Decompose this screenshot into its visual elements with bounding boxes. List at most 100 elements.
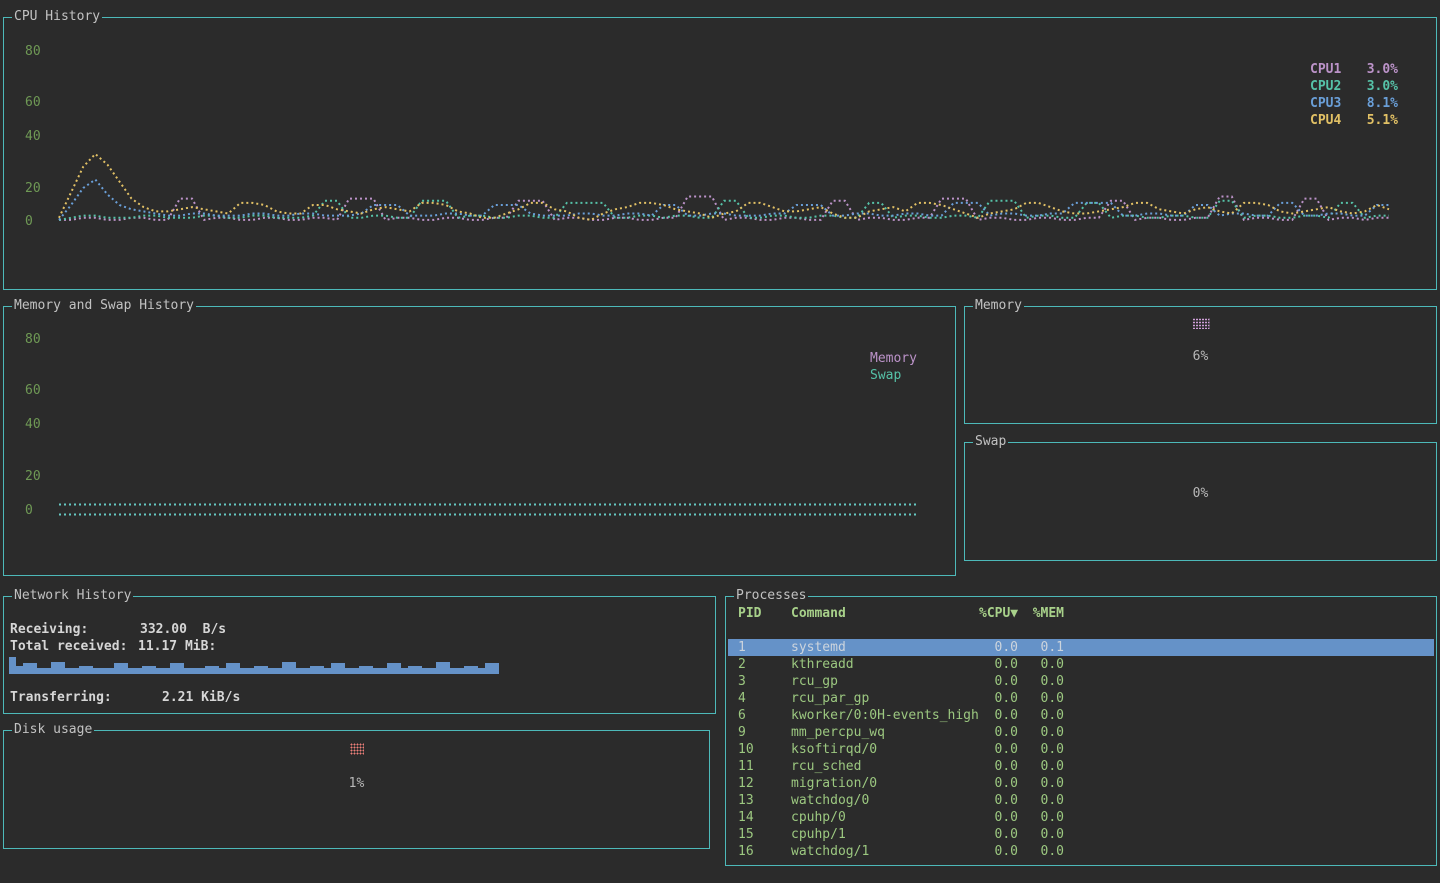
network-bar [296, 668, 303, 674]
cpu-legend-value: 8.1% [1367, 95, 1398, 112]
process-mem: 0.0 [1018, 792, 1064, 809]
y-axis-tick: 60 [25, 95, 41, 111]
total-received-value: 11.17 MiB: [138, 638, 216, 655]
network-bar [429, 668, 436, 674]
y-axis-tick: 40 [25, 417, 41, 433]
process-command: systemd [791, 639, 979, 656]
process-command: cpuhp/1 [791, 826, 979, 843]
disk-gauge-dots [350, 743, 364, 755]
process-command: migration/0 [791, 775, 979, 792]
network-total-received-line: Total received: 11.17 MiB: [10, 638, 216, 655]
network-bar [114, 663, 121, 674]
network-bar [471, 666, 478, 674]
panel-title: Memory [973, 298, 1024, 314]
process-row[interactable]: 16watchdog/10.00.0 [728, 843, 1434, 860]
network-bar [37, 668, 44, 674]
process-table-body: 1systemd0.00.12kthreadd0.00.03rcu_gp0.00… [728, 639, 1434, 860]
process-row[interactable]: 12migration/00.00.0 [728, 775, 1434, 792]
panel-title: Processes [734, 588, 808, 604]
process-mem: 0.0 [1018, 707, 1064, 724]
process-command: ksoftirqd/0 [791, 741, 979, 758]
disk-percent: 1% [4, 776, 709, 792]
network-bar [44, 668, 51, 674]
process-command: rcu_gp [791, 673, 979, 690]
process-row[interactable]: 15cpuhp/10.00.0 [728, 826, 1434, 843]
process-row[interactable]: 13watchdog/00.00.0 [728, 792, 1434, 809]
process-mem: 0.0 [1018, 724, 1064, 741]
network-bar [233, 663, 240, 674]
column-cpu-sort: %CPU▼ [979, 605, 1018, 622]
network-bar [408, 666, 415, 674]
memswap-legend-item: Swap [870, 367, 917, 384]
network-bar [436, 662, 443, 674]
process-table-header: PID Command %CPU▼ %MEM [728, 605, 1434, 622]
network-bar [226, 663, 233, 674]
network-history-panel: Network History Receiving: 332.00 B/s To… [3, 596, 716, 714]
process-command: kworker/0:0H-events_high [791, 707, 979, 724]
network-bar [86, 666, 93, 674]
process-mem: 0.0 [1018, 741, 1064, 758]
memory-swap-chart [4, 307, 953, 573]
process-mem: 0.0 [1018, 775, 1064, 792]
process-cpu: 0.0 [979, 673, 1018, 690]
network-bar [373, 668, 380, 674]
process-row[interactable]: 14cpuhp/00.00.0 [728, 809, 1434, 826]
process-row[interactable]: 2kthreadd0.00.0 [728, 656, 1434, 673]
process-mem: 0.0 [1018, 809, 1064, 826]
process-pid: 10 [738, 741, 791, 758]
network-bar [457, 668, 464, 674]
cpu-legend-item: CPU45.1% [1310, 112, 1398, 129]
process-command: mm_percpu_wq [791, 724, 979, 741]
network-bar [107, 668, 114, 674]
network-bar [170, 663, 177, 674]
process-row[interactable]: 11rcu_sched0.00.0 [728, 758, 1434, 775]
process-cpu: 0.0 [979, 707, 1018, 724]
network-bar [135, 668, 142, 674]
network-bar [184, 668, 191, 674]
memory-swap-history-panel: Memory and Swap History MemorySwap 80604… [3, 306, 956, 576]
process-pid: 1 [738, 639, 791, 656]
network-bar [72, 668, 79, 674]
network-bar [415, 666, 422, 674]
network-bar [30, 663, 37, 674]
network-bar [23, 663, 30, 674]
network-bar [240, 668, 247, 674]
memory-gauge-dots [1192, 318, 1209, 329]
network-bar [450, 668, 457, 674]
process-mem: 0.0 [1018, 656, 1064, 673]
process-row[interactable]: 4rcu_par_gp0.00.0 [728, 690, 1434, 707]
network-bar [51, 662, 58, 674]
process-command: watchdog/0 [791, 792, 979, 809]
process-command: cpuhp/0 [791, 809, 979, 826]
network-bar [485, 663, 492, 674]
processes-panel: Processes PID Command %CPU▼ %MEM 1system… [725, 596, 1437, 866]
swap-gauge-panel: Swap 0% [964, 442, 1437, 561]
process-cpu: 0.0 [979, 843, 1018, 860]
memswap-legend-item: Memory [870, 350, 917, 367]
process-cpu: 0.0 [979, 639, 1018, 656]
cpu-legend-item: CPU23.0% [1310, 78, 1398, 95]
process-pid: 13 [738, 792, 791, 809]
column-pid: PID [738, 605, 791, 622]
process-mem: 0.0 [1018, 690, 1064, 707]
network-bar [464, 666, 471, 674]
total-received-label: Total received: [10, 638, 138, 655]
network-bar [219, 668, 226, 674]
network-bar [156, 668, 163, 674]
process-mem: 0.0 [1018, 843, 1064, 860]
process-row[interactable]: 9mm_percpu_wq0.00.0 [728, 724, 1434, 741]
process-cpu: 0.0 [979, 826, 1018, 843]
process-row[interactable]: 6kworker/0:0H-events_high0.00.0 [728, 707, 1434, 724]
network-bar [191, 668, 198, 674]
network-bar [142, 666, 149, 674]
receiving-value: 332.00 B/s [140, 621, 226, 638]
process-row[interactable]: 3rcu_gp0.00.0 [728, 673, 1434, 690]
process-command: rcu_par_gp [791, 690, 979, 707]
process-command: kthreadd [791, 656, 979, 673]
process-row[interactable]: 10ksoftirqd/00.00.0 [728, 741, 1434, 758]
process-row[interactable]: 1systemd0.00.1 [728, 639, 1434, 656]
cpu-legend-value: 3.0% [1367, 78, 1398, 95]
network-bar [205, 666, 212, 674]
memory-gauge-panel: Memory 6% [964, 306, 1437, 424]
network-bar [128, 668, 135, 674]
